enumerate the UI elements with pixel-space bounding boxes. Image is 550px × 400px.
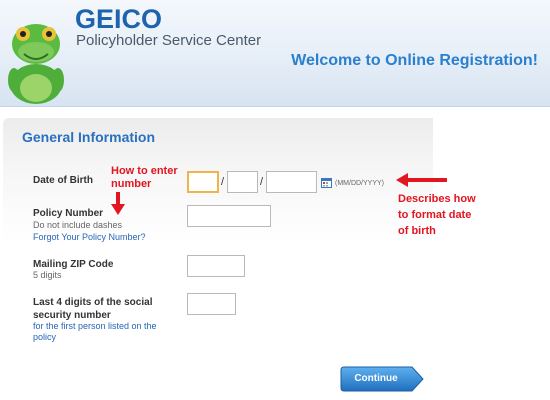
ssn-hint-line1: for the first person listed on the (33, 321, 157, 331)
annotation-describes-line2: to format date (398, 209, 472, 221)
continue-button-label[interactable]: Continue (340, 366, 412, 392)
ssn-hint-line2: policy (33, 332, 57, 342)
dob-format-hint: (MM/DD/YYYY) (335, 180, 384, 187)
ssn-last4-input[interactable] (187, 293, 236, 315)
dob-year-input[interactable] (266, 171, 317, 193)
zip-hint: 5 digits (33, 270, 62, 280)
calendar-icon[interactable] (321, 177, 332, 188)
dob-label: Date of Birth (33, 175, 93, 186)
gecko-mascot-icon (8, 24, 64, 104)
page-title: Welcome to Online Registration! (291, 52, 538, 69)
zip-code-input[interactable] (187, 255, 245, 277)
policy-number-input[interactable] (187, 205, 271, 227)
dob-month-input[interactable] (187, 171, 219, 193)
dob-day-input[interactable] (227, 171, 258, 193)
annotation-describes-line3: of birth (398, 225, 436, 237)
header-banner: GEICO Policyholder Service Center Welcom… (0, 0, 550, 107)
annotation-how-to-enter-line1: How to enter (111, 165, 178, 177)
annotation-describes-line1: Describes how (398, 193, 476, 205)
dob-separator: / (221, 176, 225, 188)
annotation-how-to-enter-line2: number (111, 178, 152, 190)
red-arrow-left-icon (396, 173, 447, 187)
service-center-title: Policyholder Service Center (76, 32, 262, 49)
section-title: General Information (22, 129, 156, 145)
brand-logo: GEICO (75, 4, 163, 34)
dob-separator: / (260, 176, 264, 188)
policy-number-label: Policy Number (33, 208, 104, 219)
forgot-policy-link[interactable]: Forgot Your Policy Number? (33, 232, 146, 243)
policy-number-hint: Do not include dashes (33, 220, 123, 230)
red-arrow-down-icon (111, 192, 125, 215)
ssn-label-line1: Last 4 digits of the social (33, 297, 153, 308)
